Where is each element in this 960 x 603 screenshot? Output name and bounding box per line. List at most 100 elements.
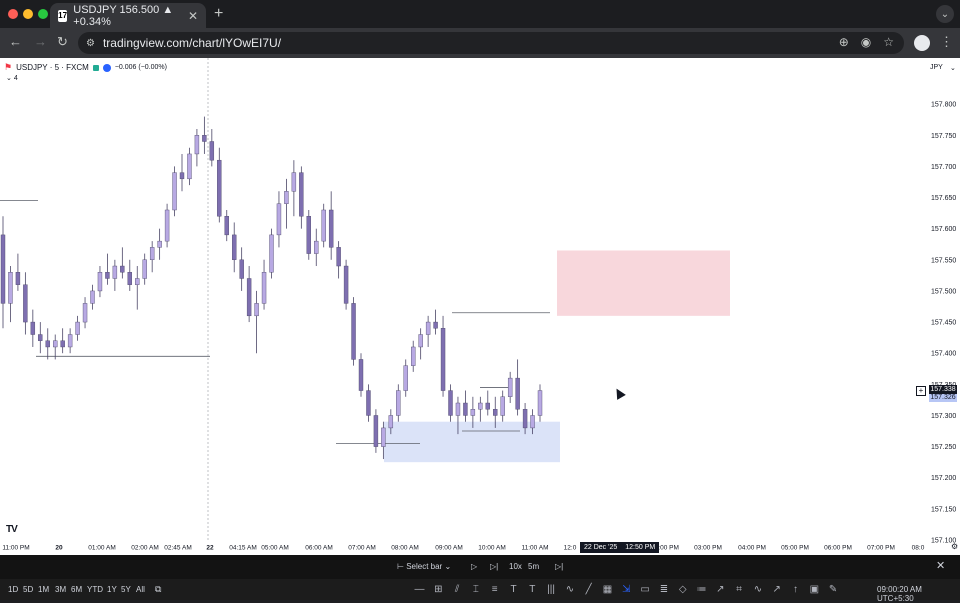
- text-alt-tool-icon[interactable]: T: [527, 584, 538, 595]
- x-tick-label: 08:00 AM: [391, 545, 418, 552]
- candle-body: [522, 409, 528, 429]
- x-tick-label: 05:00 AM: [261, 545, 288, 552]
- candle-body: [336, 247, 341, 267]
- image-tool-icon[interactable]: ▣: [809, 584, 820, 595]
- x-tick-label: 10:00 AM: [478, 545, 505, 552]
- position-tool-icon[interactable]: ≔: [696, 584, 707, 595]
- vertical-line-tool-icon[interactable]: ⌶: [470, 584, 481, 595]
- tab-title: USDJPY 156.500 ▲ +0.34%: [73, 3, 174, 28]
- candle-body: [0, 234, 6, 304]
- timeframe-all[interactable]: All: [136, 585, 145, 594]
- replay-interval[interactable]: 5m: [528, 562, 539, 571]
- candle-body: [127, 272, 132, 285]
- candle-body: [45, 340, 50, 348]
- address-bar[interactable]: ⚙ tradingview.com/chart/lYOwEI7U/ ⊕ ◉ ☆: [78, 32, 904, 54]
- add-alert-icon[interactable]: +: [916, 386, 926, 396]
- browser-tab[interactable]: 17 USDJPY 156.500 ▲ +0.34% ✕: [50, 3, 206, 28]
- path-tool-icon[interactable]: ↗: [715, 584, 726, 595]
- timeframe-6m[interactable]: 6M: [71, 585, 82, 594]
- crosshair-tool-icon[interactable]: ⊞: [433, 584, 444, 595]
- timeframe-1d[interactable]: 1D: [8, 585, 18, 594]
- site-info-icon[interactable]: ⚙: [86, 38, 95, 49]
- arrow-marker-tool-icon[interactable]: ↗: [771, 584, 782, 595]
- back-button[interactable]: ←: [9, 34, 22, 49]
- x-tick-label: 08:0: [912, 545, 925, 552]
- forward-button[interactable]: →: [34, 34, 47, 49]
- bars-pattern-tool-icon[interactable]: |||: [546, 584, 557, 595]
- reload-button[interactable]: ↻: [57, 34, 68, 50]
- candle-body: [478, 402, 483, 410]
- chart-settings-icon[interactable]: ⚙: [951, 542, 958, 551]
- timeframe-5y[interactable]: 5Y: [121, 585, 131, 594]
- crosshair-time-label: 22 Dec '25 12:50 PM: [580, 542, 660, 553]
- y-tick-label: 157.450: [931, 320, 956, 327]
- y-tick-label: 157.600: [931, 226, 956, 233]
- candle-body: [440, 328, 446, 391]
- zoom-icon[interactable]: ⊕: [839, 35, 849, 49]
- replay-speed[interactable]: 10x: [509, 562, 522, 571]
- fib-grid-tool-icon[interactable]: ▦: [602, 584, 613, 595]
- candlestick-chart[interactable]: 157.800 157.750 157.700 157.650 157.600 157.5…: [0, 58, 960, 555]
- goto-date-icon[interactable]: ⧉: [155, 584, 161, 595]
- text-tool-icon[interactable]: T: [508, 584, 519, 595]
- ray-tool-icon[interactable]: ╱: [583, 584, 594, 595]
- y-tick-label: 157.150: [931, 506, 956, 513]
- play-icon[interactable]: ▷: [471, 562, 477, 571]
- trend-line-tool-icon[interactable]: ⫽: [452, 584, 463, 595]
- tradingview-logo[interactable]: TV: [6, 524, 18, 535]
- arrow-tool-icon[interactable]: ⇲: [621, 584, 632, 595]
- browser-toolbar: ← → ↻ ⚙ tradingview.com/chart/lYOwEI7U/ …: [0, 28, 960, 58]
- timeframe-5d[interactable]: 5D: [23, 585, 33, 594]
- minimize-window-button[interactable]: [23, 9, 33, 19]
- rectangle-tool-icon[interactable]: ⌗: [734, 584, 745, 595]
- curve-tool-icon[interactable]: ∿: [564, 584, 575, 595]
- currency-label[interactable]: JPY: [930, 64, 943, 71]
- timeframe-3m[interactable]: 3M: [55, 585, 66, 594]
- candle-body: [537, 390, 543, 416]
- horizontal-line-tool-icon[interactable]: —: [414, 584, 425, 595]
- eye-icon[interactable]: ◉: [861, 35, 871, 49]
- timeframe-1y[interactable]: 1Y: [107, 585, 117, 594]
- close-replay-icon[interactable]: ✕: [936, 559, 945, 572]
- x-tick-label: 20: [55, 545, 63, 552]
- tab-search-button[interactable]: ⌄: [936, 5, 954, 23]
- replay-toolbar: ⊢ Select bar ⌄ ▷ ▷| 10x 5m ▷| ✕: [0, 555, 960, 579]
- candle-body: [53, 340, 58, 348]
- brush-tool-icon[interactable]: ✎: [828, 584, 839, 595]
- x-tick-label: 02:00 AM: [131, 545, 158, 552]
- callout-tool-icon[interactable]: ▭: [640, 584, 651, 595]
- timeframe-1m[interactable]: 1M: [38, 585, 49, 594]
- browser-menu-icon[interactable]: ⋮: [940, 34, 953, 50]
- jump-to-realtime-icon[interactable]: ▷|: [555, 562, 563, 571]
- candle-body: [30, 321, 36, 335]
- candle-body: [202, 135, 207, 142]
- shape-tool-icon[interactable]: ◇: [677, 584, 688, 595]
- chart-area[interactable]: ⚑ USDJPY · 5 · FXCM −0.006 (−0.00%) ⌄ 4 …: [0, 58, 960, 555]
- new-tab-button[interactable]: +: [214, 5, 223, 23]
- last-price-label: 157.338: [929, 385, 957, 394]
- candle-body: [135, 278, 140, 285]
- pattern-tool-icon[interactable]: ∿: [752, 584, 763, 595]
- close-window-button[interactable]: [8, 9, 18, 19]
- step-forward-icon[interactable]: ▷|: [490, 562, 498, 571]
- profile-avatar[interactable]: [914, 35, 930, 51]
- select-bar-label: Select bar: [406, 562, 443, 571]
- candle-body: [500, 396, 505, 416]
- fib-retracement-tool-icon[interactable]: ≣: [658, 584, 669, 595]
- y-tick-label: 157.700: [931, 164, 956, 171]
- arrow-up-tool-icon[interactable]: ↑: [790, 584, 801, 595]
- supply-zone: [557, 250, 730, 316]
- maximize-window-button[interactable]: [38, 9, 48, 19]
- close-tab-icon[interactable]: ✕: [188, 9, 198, 23]
- x-tick-label: 06:00 PM: [824, 545, 852, 552]
- y-tick-label: 157.500: [931, 288, 956, 295]
- bookmark-star-icon[interactable]: ☆: [883, 35, 894, 49]
- currency-dropdown-icon[interactable]: ⌄: [950, 64, 956, 72]
- x-tick-label: 06:00 AM: [305, 545, 332, 552]
- candle-body: [366, 390, 371, 416]
- select-bar-button[interactable]: ⊢ Select bar ⌄: [397, 562, 451, 571]
- timeframe-ytd[interactable]: YTD: [87, 585, 103, 594]
- parallel-channel-tool-icon[interactable]: ≡: [489, 584, 500, 595]
- candle-body: [381, 427, 386, 447]
- candle-body: [15, 272, 21, 285]
